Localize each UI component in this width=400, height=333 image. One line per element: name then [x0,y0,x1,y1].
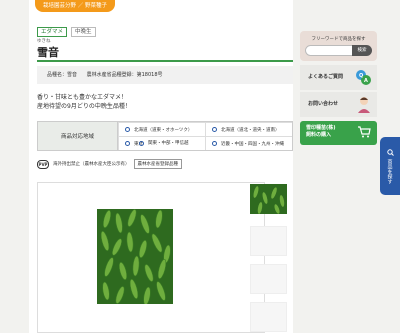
thumbnail-2[interactable] [250,226,287,256]
floating-search-label: 商品を探す [386,158,393,184]
title-divider [37,60,293,62]
area-dot-icon [125,141,130,146]
thumbnail-1[interactable] [250,184,287,214]
pvp-text: 海外持出禁止（農林水産大臣公示有） [53,162,130,167]
catchcopy-line-2: 産地待望の9月どりの中晩生品種！ [37,103,131,110]
area-item: 北海道（道東・オホーツク） [118,122,205,136]
main-photo-frame [37,182,265,333]
floating-search-button[interactable]: 商品を探す [380,137,400,195]
registered-variety-button[interactable]: 農林水産省登録品種 [133,159,182,169]
search-title: フリーワードで商品を探す [311,37,366,42]
tag-maturity: 中晩生 [71,27,96,37]
breadcrumb[interactable]: 栽培園芸分野 ／ 野菜種子 [35,0,115,12]
search-icon [386,148,394,156]
area-table: 商品対応地域 北海道（道東・オホーツク） 北海道（道北・道央・道南） 東北 近畿… [37,121,293,151]
svg-text:A: A [364,78,368,84]
area-item-kanto: 関東・中部・甲信越 [139,140,189,146]
thumbnail-list [250,184,290,333]
cart-icon [358,126,371,138]
operator-icon [358,97,370,113]
product-tags: エダマメ 中晩生 [37,27,96,37]
svg-text:Q: Q [359,73,363,79]
product-catchcopy: 香り・甘味とも豊かなエダマメ！ 産地待望の9月どりの中晩生品種！ [37,93,131,111]
page: 栽培園芸分野 ／ 野菜種子 エダマメ 中晩生 ゆきね 雪音 品種名：雪音 農林水… [25,0,380,333]
area-dot-icon [212,127,217,132]
freeword-search: フリーワードで商品を探す 検索 [300,31,377,61]
edamame-photo [97,209,173,304]
contact-link[interactable]: お問い合わせ [300,92,377,117]
feed-purchase-button[interactable]: 雪印種苗(株) 飼料の購入 [300,121,377,145]
area-dot-icon [212,141,217,146]
area-label: 商品対応地域 [38,122,118,150]
catchcopy-line-1: 香り・甘味とも豊かなエダマメ！ [37,94,128,101]
tag-category: エダマメ [37,27,68,37]
main-content: 栽培園芸分野 ／ 野菜種子 エダマメ 中晩生 ゆきね 雪音 品種名：雪音 農林水… [29,0,293,333]
thumbnail-3[interactable] [250,264,287,294]
meta-variety-name: 品種名：雪音 [47,72,78,78]
pvp-icon: PVP [37,159,49,169]
thumbnail-4[interactable] [250,302,287,332]
area-dot-icon [139,140,144,146]
qa-icon: Q A [356,70,371,85]
pvp-row: PVP 海外持出禁止（農林水産大臣公示有） 農林水産省登録品種 [37,159,182,169]
search-button[interactable]: 検索 [352,45,372,56]
meta-registration: 農林水産省品種登録：第18018号 [86,72,163,78]
area-item: 北海道（道北・道央・道南） [205,122,292,136]
search-input[interactable] [305,45,353,56]
faq-link[interactable]: よくあるご質問 Q A [300,65,377,90]
product-meta: 品種名：雪音 農林水産省品種登録：第18018号 [37,66,293,84]
product-title: 雪音 [37,46,59,59]
area-item: 近畿・中国・四国・九州・沖縄 [205,136,292,150]
area-dot-icon [125,127,130,132]
